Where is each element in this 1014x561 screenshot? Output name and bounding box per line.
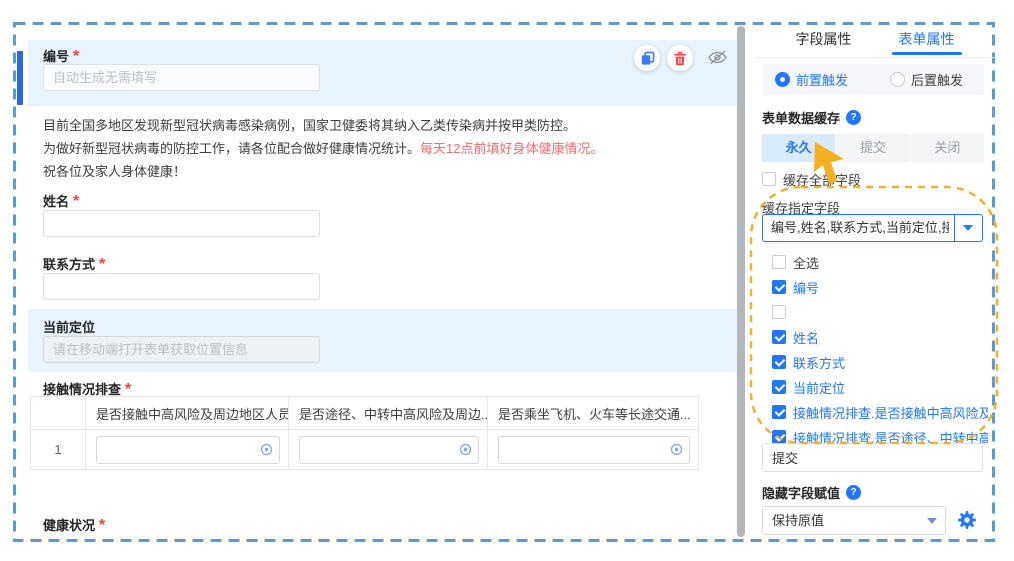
checkbox-label: 编号 <box>793 278 819 297</box>
radio-unselected-icon[interactable] <box>890 72 905 87</box>
table-select-input[interactable] <box>96 436 280 464</box>
hidden-assign-settings-button[interactable] <box>957 510 977 535</box>
cache-mode-close[interactable]: 关闭 <box>911 134 984 162</box>
cache-field-option[interactable]: 联系方式 <box>772 354 988 370</box>
checkbox-label: 全选 <box>793 253 819 272</box>
checkbox-label: 缓存全部字段 <box>783 170 861 189</box>
select-value: 保持原值 <box>772 507 824 534</box>
table-column-header: 是否乘坐飞机、火车等长途交通... <box>488 397 699 430</box>
eye-off-icon <box>707 49 728 66</box>
table-index-header <box>31 397 86 430</box>
field-name-label-row: 姓名 * <box>43 191 79 211</box>
hidden-field-toggle[interactable] <box>707 49 728 71</box>
cache-field-option[interactable]: 姓名 <box>772 329 988 345</box>
checkbox-icon[interactable] <box>772 355 786 369</box>
required-asterisk: * <box>99 517 105 534</box>
radio-label: 前置触发 <box>796 70 848 89</box>
cache-mode-permanent[interactable]: 永久 <box>762 134 835 162</box>
vertical-scrollbar[interactable] <box>737 26 745 537</box>
table-column-header: 是否接触中高风险及周边地区人员 <box>86 397 289 430</box>
cache-field-option[interactable]: 全选 <box>772 254 988 270</box>
cache-fields-combobox[interactable]: 编号,姓名,联系方式,当前定位,接... <box>762 214 983 242</box>
field-contact-label-row: 联系方式 * <box>43 254 105 274</box>
description-red-text: 每天12点前填好身体健康情况。 <box>420 141 603 156</box>
copy-icon <box>640 51 655 66</box>
table-row: 1 <box>31 430 699 470</box>
field-location-label-row: 当前定位 <box>43 317 95 337</box>
cache-mode-group: 永久 提交 关闭 <box>762 134 984 162</box>
required-asterisk: * <box>99 256 105 273</box>
cache-mode-submit[interactable]: 提交 <box>836 134 909 162</box>
radio-label: 后置触发 <box>911 70 963 89</box>
tab-field-properties[interactable]: 字段属性 <box>772 24 875 57</box>
cache-all-fields-option[interactable]: 缓存全部字段 <box>762 171 861 187</box>
radio-post-trigger[interactable]: 后置触发 <box>890 70 963 89</box>
checkbox-label: 当前定位 <box>793 378 845 397</box>
checkbox-icon[interactable] <box>772 255 786 269</box>
field-label: 接触情况排查 <box>43 382 121 397</box>
gear-icon <box>957 510 977 530</box>
delete-field-button[interactable] <box>667 45 693 71</box>
number-input[interactable] <box>43 64 320 91</box>
caret-down-icon <box>927 518 937 524</box>
section-title: 表单数据缓存 <box>762 108 840 127</box>
caret-down-icon <box>963 225 973 231</box>
trigger-radio-group: 前置触发 后置触发 <box>763 64 984 95</box>
checkbox-icon[interactable] <box>772 405 786 419</box>
checkbox-icon[interactable] <box>772 430 786 444</box>
tab-form-properties[interactable]: 表单属性 <box>875 24 978 57</box>
contact-input[interactable] <box>43 273 320 300</box>
field-label: 联系方式 <box>43 257 95 272</box>
radio-selected-icon[interactable] <box>775 72 790 87</box>
checkbox-label: 姓名 <box>793 328 819 347</box>
field-label: 当前定位 <box>43 320 95 335</box>
table-select-input[interactable] <box>299 436 479 464</box>
cache-section-title-row: 表单数据缓存 ? <box>762 108 861 127</box>
checkbox-icon[interactable] <box>772 305 786 319</box>
checkbox-label: 联系方式 <box>793 353 845 372</box>
panel-tabs: 字段属性 表单属性 <box>772 24 978 57</box>
circle-dot-icon <box>260 443 273 456</box>
submit-value-input[interactable] <box>762 443 983 472</box>
table-select-input[interactable] <box>498 436 690 464</box>
row-index: 1 <box>31 430 86 470</box>
checkbox-icon[interactable] <box>762 172 776 186</box>
question-circle-icon[interactable]: ? <box>846 485 861 500</box>
description-line: 目前全国多地区发现新型冠状病毒感染病例，国家卫健委将其纳入乙类传染病并按甲类防控… <box>43 114 703 137</box>
combobox-dropdown-button[interactable] <box>954 215 982 241</box>
contact-table: 是否接触中高风险及周边地区人员 是否途径、中转中高风险及周边... 是否乘坐飞机… <box>30 396 699 470</box>
cache-field-option[interactable]: 当前定位 <box>772 379 988 395</box>
required-asterisk: * <box>73 48 79 65</box>
name-input[interactable] <box>43 210 320 237</box>
checkbox-icon[interactable] <box>772 330 786 344</box>
circle-dot-icon <box>670 443 683 456</box>
section-title: 隐藏字段赋值 <box>762 483 840 502</box>
cache-field-option[interactable] <box>772 304 988 320</box>
checkbox-icon[interactable] <box>772 280 786 294</box>
table-column-header: 是否途径、中转中高风险及周边... <box>289 397 488 430</box>
copy-field-button[interactable] <box>634 45 660 71</box>
description-line: 为做好新型冠状病毒的防控工作，请各位配合做好健康情况统计。每天12点前填好身体健… <box>43 137 703 160</box>
location-input[interactable] <box>43 336 320 363</box>
circle-dot-icon <box>459 443 472 456</box>
field-label: 姓名 <box>43 194 69 209</box>
field-health-label-row: 健康状况 * <box>43 515 105 535</box>
field-block-description[interactable]: 目前全国多地区发现新型冠状病毒感染病例，国家卫健委将其纳入乙类传染病并按甲类防控… <box>43 114 703 183</box>
checkbox-label: 接触情况排查.是否接触中高风险及周边地区人员 <box>793 403 988 422</box>
field-number-label-row: 编号 * <box>43 46 79 66</box>
hidden-assign-select[interactable]: 保持原值 <box>762 506 946 535</box>
combobox-value: 编号,姓名,联系方式,当前定位,接... <box>771 215 949 241</box>
cache-field-option[interactable]: 接触情况排查.是否接触中高风险及周边地区人员 <box>772 404 988 420</box>
trash-icon <box>673 51 687 66</box>
description-line: 祝各位及家人身体健康！ <box>43 160 703 183</box>
required-asterisk: * <box>73 193 79 210</box>
field-label: 编号 <box>43 49 69 64</box>
selection-bar <box>17 51 23 105</box>
question-circle-icon[interactable]: ? <box>846 110 861 125</box>
checkbox-icon[interactable] <box>772 380 786 394</box>
field-label: 健康状况 <box>43 518 95 533</box>
hidden-assign-title-row: 隐藏字段赋值 ? <box>762 483 861 502</box>
cache-field-option[interactable]: 编号 <box>772 279 988 295</box>
radio-pre-trigger[interactable]: 前置触发 <box>775 70 848 89</box>
